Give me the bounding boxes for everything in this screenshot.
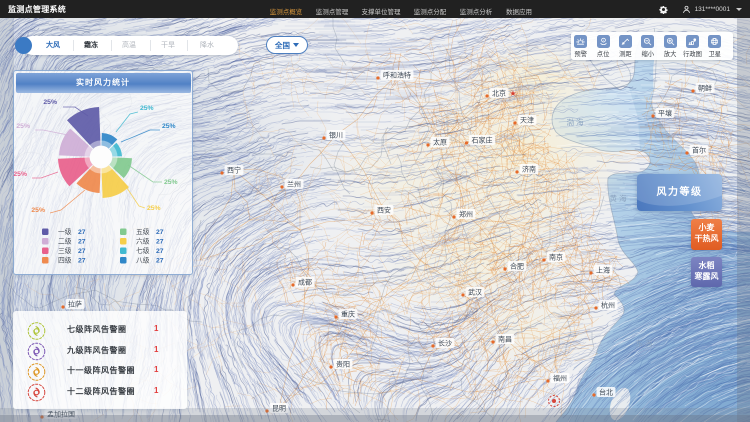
svg-text:石家庄: 石家庄 [472,136,493,145]
svg-text:成都: 成都 [298,278,312,287]
svg-text:★: ★ [509,89,516,98]
svg-text:东海: 东海 [636,338,655,348]
svg-text:27: 27 [156,229,164,236]
svg-text:南京: 南京 [549,253,563,262]
svg-text:27: 27 [78,258,86,265]
svg-text:朝鲜: 朝鲜 [698,84,712,93]
svg-text:台北: 台北 [599,388,613,397]
svg-text:西宁: 西宁 [227,166,241,175]
svg-text:25%: 25% [43,99,57,106]
svg-text:太原: 太原 [433,138,447,147]
svg-text:五级: 五级 [136,227,150,236]
svg-text:合肥: 合肥 [510,262,524,271]
svg-text:银川: 银川 [329,131,343,140]
svg-text:27: 27 [156,239,164,246]
svg-text:武汉: 武汉 [468,288,482,297]
svg-text:长沙: 长沙 [438,339,452,348]
svg-text:北京: 北京 [492,89,506,98]
svg-text:黄海: 黄海 [610,193,629,203]
svg-text:一级: 一级 [58,227,72,236]
svg-text:25%: 25% [31,207,45,214]
svg-text:杭州: 杭州 [601,301,615,310]
svg-text:渤海: 渤海 [567,117,586,127]
svg-text:上海: 上海 [596,266,610,275]
svg-text:重庆: 重庆 [341,310,355,319]
svg-text:郑州: 郑州 [459,211,473,219]
svg-text:27: 27 [78,248,86,255]
svg-text:贵阳: 贵阳 [336,360,350,369]
svg-text:25%: 25% [140,105,154,112]
svg-text:二级: 二级 [58,237,72,246]
svg-text:天津: 天津 [520,117,534,125]
svg-text:六级: 六级 [136,237,150,246]
svg-text:福州: 福州 [553,374,567,383]
svg-text:27: 27 [78,239,86,246]
svg-text:25%: 25% [16,123,30,130]
svg-text:平壤: 平壤 [658,109,672,118]
svg-text:27: 27 [156,258,164,265]
svg-text:南昌: 南昌 [498,335,512,344]
svg-text:25%: 25% [162,123,176,130]
svg-text:25%: 25% [13,171,27,178]
svg-text:八级: 八级 [136,256,150,265]
svg-text:四级: 四级 [58,256,72,265]
svg-text:西安: 西安 [377,206,391,215]
svg-text:呼和浩特: 呼和浩特 [383,71,411,80]
svg-text:三级: 三级 [58,246,72,255]
svg-text:25%: 25% [164,179,178,186]
svg-text:兰州: 兰州 [287,180,301,189]
svg-text:拉萨: 拉萨 [68,300,82,309]
svg-text:首尔: 首尔 [692,146,706,155]
svg-text:25%: 25% [147,205,161,212]
svg-text:27: 27 [78,229,86,236]
svg-text:济南: 济南 [522,165,536,174]
svg-text:七级: 七级 [136,246,150,255]
svg-text:27: 27 [156,248,164,255]
